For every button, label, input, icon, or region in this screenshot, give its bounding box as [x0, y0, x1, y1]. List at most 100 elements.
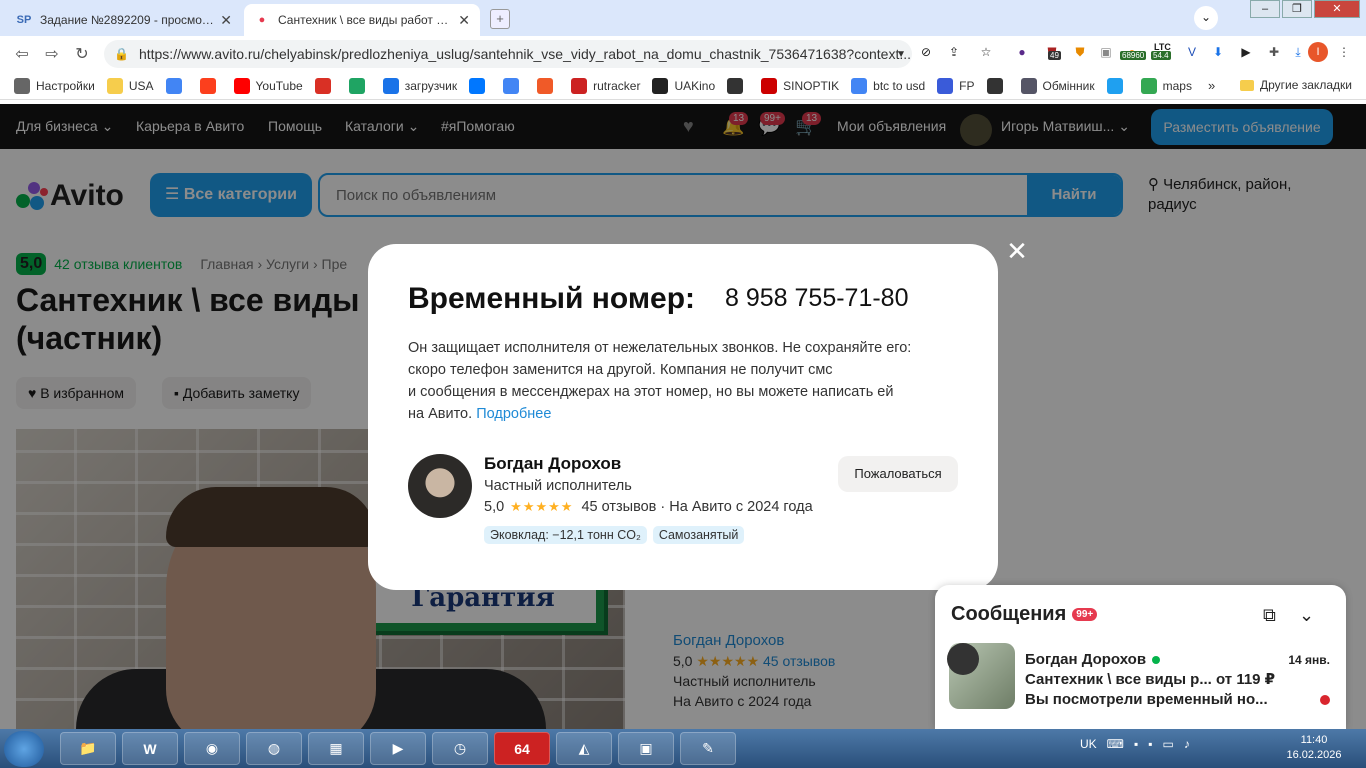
camera-blocked-icon[interactable]: ⊘ [916, 42, 936, 62]
share-icon[interactable]: ⇪ [944, 42, 964, 62]
menu-dots-icon[interactable]: ⋮ [1334, 42, 1354, 62]
extensions-puzzle-icon[interactable]: ✚ [1264, 42, 1284, 62]
address-bar[interactable]: 🔒 https://www.avito.ru/chelyabinsk/predl… [104, 40, 912, 68]
ext-circle-icon[interactable]: ● [1012, 42, 1032, 62]
bookmark-item[interactable]: YouTube [233, 77, 303, 94]
bookmark-item[interactable]: загрузчик [382, 77, 457, 94]
seller-name[interactable]: Богдан Дорохов [484, 454, 621, 474]
notepad-icon[interactable]: ✎ [680, 732, 736, 765]
url-text: https://www.avito.ru/chelyabinsk/predloz… [138, 46, 912, 62]
chat-item-preview[interactable]: Вы посмотрели временный но... [1025, 691, 1285, 708]
terminal-icon[interactable]: ▣ [618, 732, 674, 765]
bookmark-item[interactable] [503, 77, 525, 94]
messages-badge: 99+ [1072, 608, 1098, 621]
close-tab-icon[interactable]: ✕ [458, 12, 470, 29]
volume-icon[interactable]: ♪ [1184, 737, 1190, 751]
bookmark-item[interactable]: SINOPTIK [761, 77, 839, 94]
self-employed-tag[interactable]: Самозанятый [652, 526, 745, 544]
language-indicator[interactable]: UK [1080, 737, 1097, 751]
globe-icon[interactable]: ◍ [246, 732, 302, 765]
bookmark-item[interactable]: btc to usd [851, 77, 925, 94]
tab-task[interactable]: SP Задание №2892209 - просмотр з ✕ [6, 4, 242, 36]
system-clock[interactable]: 11:40 16.02.2026 [1286, 733, 1342, 763]
other-bookmarks[interactable]: Другие закладки [1240, 78, 1352, 92]
ext-terminal-icon[interactable]: ▶ [1236, 42, 1256, 62]
fp-icon [937, 77, 954, 94]
app-green-icon[interactable]: ▦ [308, 732, 364, 765]
bookmark-item[interactable]: Настройки [14, 77, 95, 94]
tab-avito[interactable]: ● Сантехник \ все виды работ на д ✕ [244, 4, 480, 36]
start-button[interactable] [4, 731, 44, 767]
more-link[interactable]: Подробнее [476, 406, 551, 422]
star-icon [1106, 77, 1123, 94]
reviews-count[interactable]: 45 отзывов [581, 499, 656, 515]
keyboard-icon[interactable]: ⌨ [1107, 737, 1124, 751]
network-icon[interactable]: ▭ [1163, 737, 1174, 751]
browser-toolbar: ⇦ ⇨ ↻ 🔒 https://www.avito.ru/chelyabinsk… [0, 36, 1366, 72]
youtube-icon [233, 77, 250, 94]
chat-item-subject[interactable]: Сантехник \ все виды р... от 119 ₽ [1025, 670, 1285, 688]
bookmark-item[interactable] [986, 77, 1009, 94]
close-tab-icon[interactable]: ✕ [220, 12, 232, 29]
back-arrow-icon[interactable]: ⇦ [8, 44, 36, 64]
bookmark-item[interactable] [727, 77, 749, 94]
profile-avatar[interactable]: I [1308, 42, 1328, 62]
bookmark-item[interactable]: rutracker [571, 77, 640, 94]
bookmark-item[interactable] [1106, 77, 1129, 94]
reload-icon[interactable]: ↻ [68, 44, 96, 64]
bookmark-item[interactable] [165, 77, 188, 94]
bookmark-item[interactable]: Обмінник [1020, 77, 1095, 94]
app-64-icon[interactable]: 64 [494, 732, 550, 765]
bookmark-label: Обмінник [1042, 78, 1095, 93]
bookmark-item[interactable] [314, 77, 337, 94]
bookmarks-overflow-icon[interactable]: » [1208, 78, 1215, 93]
chevron-down-icon[interactable]: ⌄ [1299, 605, 1314, 626]
eco-tag[interactable]: Эковклад: −12,1 тонн CO₂ [484, 526, 647, 544]
bookmark-item[interactable]: maps [1140, 77, 1192, 94]
tray-app-icon[interactable]: ▪ [1134, 737, 1138, 751]
new-tab-button[interactable]: + [490, 9, 510, 29]
bookmarks-bar: Настройки USA YouTube загрузчик rutracker UAK… [0, 72, 1366, 100]
close-window-button[interactable]: ✕ [1314, 0, 1360, 18]
tray-app2-icon[interactable]: ▪ [1148, 737, 1152, 751]
tab-search-chevron-icon[interactable]: ⌄ [1194, 6, 1218, 30]
media-player-icon[interactable]: ▶ [370, 732, 426, 765]
bookmark-item[interactable] [537, 77, 559, 94]
close-modal-icon[interactable]: ✕ [1006, 238, 1028, 264]
bookmark-item[interactable] [348, 77, 371, 94]
ext-fox-icon[interactable]: ⛊ [1070, 42, 1090, 62]
rutracker-icon [571, 77, 588, 94]
dropdown-icon[interactable]: ▼ [896, 49, 906, 60]
drive-icon [348, 77, 365, 94]
ext-briefcase-icon[interactable]: ▣ [1096, 42, 1116, 62]
bookmark-item[interactable]: UAKino [652, 77, 715, 94]
maximize-button[interactable]: ❐ [1282, 0, 1312, 18]
folder-icon [1240, 79, 1254, 91]
bookmark-label: Настройки [36, 78, 95, 93]
seller-stats: 5,0 ★★★★★ 45 отзывов · На Авито с 2024 г… [484, 499, 813, 515]
ext-v-icon[interactable]: V [1182, 42, 1202, 62]
exchange-icon [1020, 77, 1037, 94]
chat-item-name[interactable]: Богдан Дорохов [1025, 651, 1161, 668]
minimize-button[interactable]: – [1250, 0, 1280, 18]
loader-icon [382, 77, 399, 94]
bookmark-item[interactable] [199, 77, 222, 94]
explorer-icon[interactable]: 📁 [60, 732, 116, 765]
bookmark-item[interactable]: USA [106, 77, 154, 94]
bookmark-star-icon[interactable]: ☆ [976, 42, 996, 62]
bookmark-item[interactable]: FP [937, 77, 975, 94]
forward-arrow-icon[interactable]: ⇨ [38, 44, 66, 64]
messages-panel: Сообщения 99+ ⧉ ⌄ Богдан Дорохов 14 янв. … [935, 585, 1346, 729]
downloads-icon[interactable]: ⤓ [1288, 42, 1308, 62]
app-chart-icon[interactable]: ◭ [556, 732, 612, 765]
open-external-icon[interactable]: ⧉ [1263, 605, 1276, 626]
complain-button[interactable]: Пожаловаться [838, 456, 958, 492]
clock-app-icon[interactable]: ◷ [432, 732, 488, 765]
yandex-icon [199, 77, 216, 94]
antivirus-icon[interactable]: W [122, 732, 178, 765]
chrome-icon[interactable]: ◉ [184, 732, 240, 765]
ext-download-icon[interactable]: ⬇ [1208, 42, 1228, 62]
avito-favicon-icon: ● [258, 14, 266, 26]
seller-avatar[interactable] [408, 454, 472, 518]
bookmark-item[interactable] [469, 77, 491, 94]
